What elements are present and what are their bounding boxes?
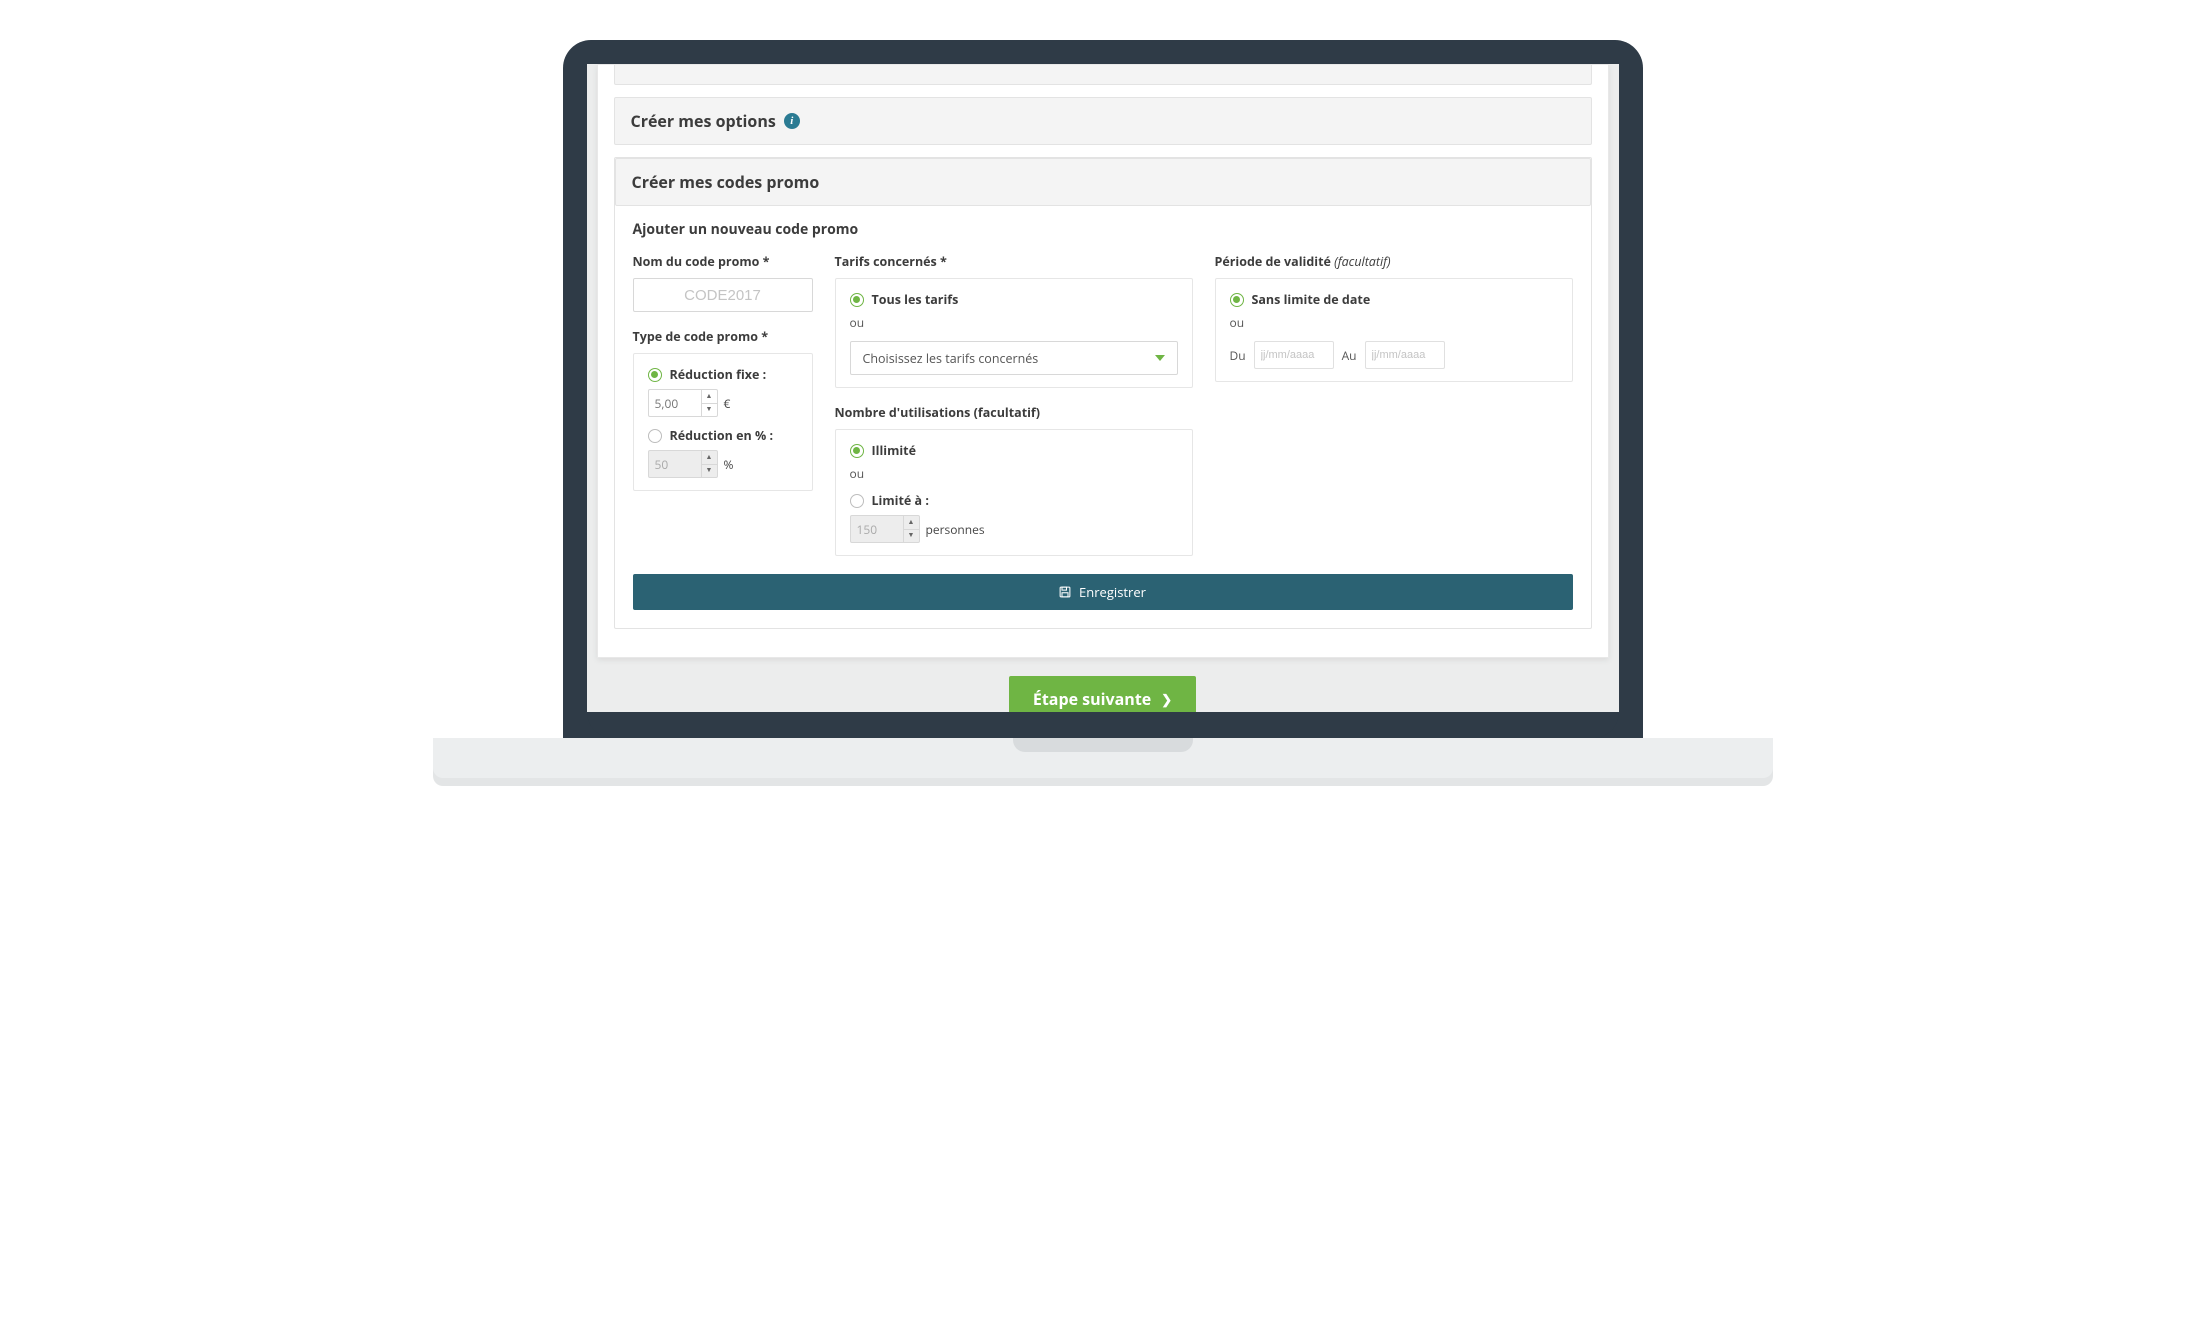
info-icon[interactable]: i [784,113,800,129]
fixed-value-input[interactable]: 5,00 ▲▼ [648,389,718,417]
chevron-down-icon [1155,355,1165,361]
radio-label: Réduction en % : [670,427,774,444]
fixed-value: 5,00 [649,395,701,412]
promo-type-label: Type de code promo * [633,328,813,345]
radio-label: Illimité [872,442,916,459]
save-icon [1059,586,1071,598]
promo-name-input[interactable] [633,278,813,312]
pct-value-input[interactable]: 50 ▲▼ [648,450,718,478]
laptop-keyboard [433,738,1773,778]
radio-icon [850,293,864,307]
laptop-notch [1013,738,1193,752]
screen-bezel: Créer mes options i Créer mes codes prom… [563,40,1643,738]
uses-or: ou [850,465,1178,482]
options-panel-header[interactable]: Créer mes options i [614,97,1592,145]
promo-panel-body: Ajouter un nouveau code promo Nom du cod… [615,206,1591,574]
next-button-wrap: Étape suivante ❯ [587,658,1619,712]
radio-icon [648,429,662,443]
promo-panel: Créer mes codes promo Ajouter un nouveau… [614,157,1592,629]
radio-reduction-pct[interactable]: Réduction en % : [648,427,798,444]
laptop-mockup: Créer mes options i Créer mes codes prom… [563,40,1643,778]
limited-value-input[interactable]: 150 ▲▼ [850,515,920,543]
tarifs-box: Tous les tarifs ou Choisissez les tarifs… [835,278,1193,388]
col-name-type: Nom du code promo * Type de code promo *… [633,253,813,556]
uses-label: Nombre d'utilisations (facultatif) [835,404,1193,421]
fixed-value-wrap: 5,00 ▲▼ € [648,389,798,417]
promo-type-box: Réduction fixe : 5,00 ▲▼ € [633,353,813,491]
next-step-button[interactable]: Étape suivante ❯ [1009,676,1196,712]
from-label: Du [1230,347,1246,364]
radio-label: Limité à : [872,492,929,509]
promo-subtitle: Ajouter un nouveau code promo [633,220,1573,239]
form-columns: Nom du code promo * Type de code promo *… [633,253,1573,556]
validity-box: Sans limite de date ou Du Au [1215,278,1573,382]
limited-unit: personnes [926,521,985,538]
save-label: Enregistrer [1079,583,1146,601]
promo-name-label: Nom du code promo * [633,253,813,270]
date-range-row: Du Au [1230,341,1558,369]
content-card: Créer mes options i Créer mes codes prom… [597,64,1609,658]
limited-value: 150 [851,521,903,538]
fixed-unit: € [724,395,731,412]
radio-limited[interactable]: Limité à : [850,492,1178,509]
radio-label: Tous les tarifs [872,291,959,308]
col-tarifs-uses: Tarifs concernés * Tous les tarifs ou Ch… [835,253,1193,556]
laptop-base [587,712,1619,738]
promo-panel-header[interactable]: Créer mes codes promo [615,158,1591,206]
pct-unit: % [724,456,734,473]
tarifs-or: ou [850,314,1178,331]
col-validity: Période de validité (facultatif) Sans li… [1215,253,1573,556]
stepper-icon[interactable]: ▲▼ [701,451,717,477]
radio-icon [850,444,864,458]
uses-box: Illimité ou Limité à : [835,429,1193,556]
pct-value-wrap: 50 ▲▼ % [648,450,798,478]
next-label: Étape suivante [1033,688,1151,710]
screen: Créer mes options i Créer mes codes prom… [587,64,1619,712]
radio-icon [850,494,864,508]
radio-reduction-fixed[interactable]: Réduction fixe : [648,366,798,383]
options-title: Créer mes options [631,110,776,132]
to-label: Au [1342,347,1357,364]
save-button[interactable]: Enregistrer [633,574,1573,610]
stepper-icon[interactable]: ▲▼ [903,516,919,542]
validity-label: Période de validité (facultatif) [1215,253,1573,270]
radio-all-tarifs[interactable]: Tous les tarifs [850,291,1178,308]
select-placeholder: Choisissez les tarifs concernés [863,350,1039,367]
radio-icon [1230,293,1244,307]
tarifs-label: Tarifs concernés * [835,253,1193,270]
pct-value: 50 [649,456,701,473]
date-from-input[interactable] [1254,341,1334,369]
promo-title: Créer mes codes promo [632,171,820,193]
tarifs-select[interactable]: Choisissez les tarifs concernés [850,341,1178,375]
chevron-right-icon: ❯ [1161,690,1172,708]
stepper-icon[interactable]: ▲▼ [701,390,717,416]
radio-label: Réduction fixe : [670,366,767,383]
radio-no-date-limit[interactable]: Sans limite de date [1230,291,1558,308]
previous-panel-tail [614,65,1592,85]
radio-label: Sans limite de date [1252,291,1371,308]
validity-or: ou [1230,314,1558,331]
date-to-input[interactable] [1365,341,1445,369]
radio-icon [648,368,662,382]
limited-value-wrap: 150 ▲▼ personnes [850,515,1178,543]
radio-unlimited[interactable]: Illimité [850,442,1178,459]
